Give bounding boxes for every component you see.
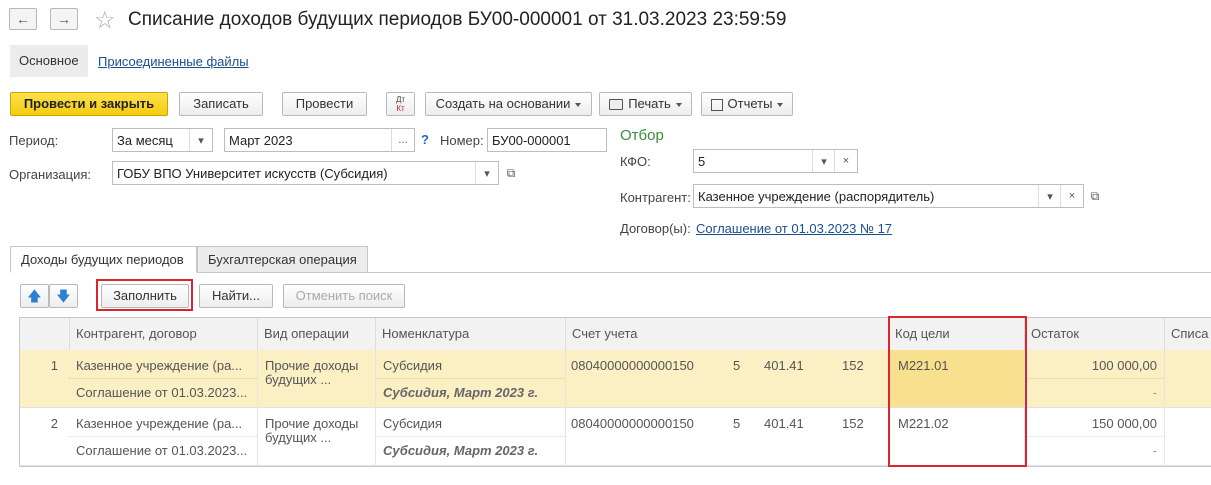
create-based-on-button[interactable]: Создать на основании: [425, 92, 592, 116]
dropdown-icon[interactable]: ▾: [1038, 185, 1061, 207]
report-icon: [710, 98, 723, 111]
arrow-down-icon: 🡇: [56, 288, 71, 304]
open-icon[interactable]: ⧉: [1085, 185, 1105, 207]
cell-kosgu: 152: [842, 358, 864, 373]
back-button[interactable]: ←: [9, 8, 37, 30]
cell-operation-2: будущих ...: [265, 372, 332, 387]
dropdown-icon[interactable]: ▾: [189, 129, 212, 151]
cell-nomenclature-sub: Субсидия, Март 2023 г.: [383, 443, 539, 458]
save-button[interactable]: Записать: [179, 92, 263, 116]
cell-contract: Соглашение от 01.03.2023...: [76, 443, 248, 458]
contract-link[interactable]: Соглашение от 01.03.2023 № 17: [696, 221, 892, 236]
cell-nomenclature: Субсидия: [383, 358, 442, 373]
number-label: Номер:: [440, 133, 484, 148]
organization-label: Организация:: [9, 167, 92, 182]
arrow-up-icon: 🡅: [27, 288, 42, 304]
contract-label: Договор(ы):: [620, 221, 691, 236]
cell-balance: 100 000,00: [1091, 358, 1157, 373]
move-up-button[interactable]: 🡅: [20, 284, 49, 308]
cell-kfo: 5: [733, 358, 741, 373]
help-icon[interactable]: ?: [421, 132, 429, 147]
period-input[interactable]: Март 2023 ...: [224, 128, 415, 152]
row-number: 1: [50, 358, 58, 373]
tab-main[interactable]: Основное: [10, 45, 88, 77]
cell-counterparty: Казенное учреждение (ра...: [76, 358, 243, 373]
cell-kbk: 08040000000000150: [571, 358, 694, 373]
cell-operation: Прочие доходы: [265, 416, 359, 431]
arrow-right-icon: →: [57, 11, 71, 27]
cell-nomenclature-sub: Субсидия, Март 2023 г.: [383, 385, 539, 400]
period-type-select[interactable]: За месяц ▾: [112, 128, 213, 152]
cell-kfo: 5: [733, 416, 741, 431]
cell-balance-dash: -: [1152, 385, 1157, 400]
table-header: Контрагент, договор Вид операции Номенкл…: [20, 318, 1211, 351]
printer-icon: [609, 99, 624, 111]
page-title: Списание доходов будущих периодов БУ00-0…: [128, 9, 787, 30]
clear-icon[interactable]: ×: [1060, 185, 1083, 207]
cell-account: 401.41: [764, 416, 804, 431]
cancel-search-button[interactable]: Отменить поиск: [283, 284, 405, 308]
print-button[interactable]: Печать: [599, 92, 692, 116]
arrow-left-icon: ←: [16, 11, 30, 27]
tab-income-future-periods[interactable]: Доходы будущих периодов: [10, 246, 197, 273]
row-number: 2: [50, 416, 58, 431]
dt-kt-icon: Дт Кт: [395, 95, 406, 113]
kfo-select[interactable]: 5 ▾ ×: [693, 149, 858, 173]
cell-kosgu: 152: [842, 416, 864, 431]
chevron-down-icon: [675, 102, 682, 107]
tab-accounting-operation[interactable]: Бухгалтерская операция: [197, 246, 368, 273]
cell-kbk: 08040000000000150: [571, 416, 694, 431]
table-row[interactable]: 2 Казенное учреждение (ра... Соглашение …: [20, 408, 1211, 466]
cell-account: 401.41: [764, 358, 804, 373]
counterparty-label: Контрагент:: [620, 190, 691, 205]
cell-nomenclature: Субсидия: [383, 416, 442, 431]
cell-counterparty: Казенное учреждение (ра...: [76, 416, 243, 431]
number-input[interactable]: БУ00-000001: [487, 128, 607, 152]
organization-input[interactable]: ГОБУ ВПО Университет искусств (Субсидия)…: [112, 161, 499, 185]
table-row[interactable]: 1 Казенное учреждение (ра... Соглашение …: [20, 350, 1211, 408]
chevron-down-icon: [575, 102, 582, 107]
post-and-close-button[interactable]: Провести и закрыть: [10, 92, 168, 116]
forward-button[interactable]: →: [50, 8, 78, 30]
cell-contract: Соглашение от 01.03.2023...: [76, 385, 248, 400]
dt-kt-button[interactable]: Дт Кт: [386, 92, 415, 116]
post-button[interactable]: Провести: [282, 92, 367, 116]
cell-balance-dash: -: [1152, 443, 1157, 458]
col-balance[interactable]: Остаток: [1024, 318, 1164, 350]
col-operation[interactable]: Вид операции: [257, 318, 375, 350]
cell-operation: Прочие доходы: [265, 358, 359, 373]
star-icon[interactable]: ☆: [94, 6, 116, 35]
clear-icon[interactable]: ×: [834, 150, 857, 172]
dropdown-icon[interactable]: ▾: [812, 150, 835, 172]
kfo-label: КФО:: [620, 154, 651, 169]
income-table: Контрагент, договор Вид операции Номенкл…: [19, 317, 1211, 467]
select-button[interactable]: ...: [391, 129, 414, 151]
col-written-off[interactable]: Списа: [1164, 318, 1211, 350]
open-icon[interactable]: ⧉: [501, 162, 521, 184]
find-button[interactable]: Найти...: [199, 284, 273, 308]
period-label: Период:: [9, 133, 59, 148]
counterparty-select[interactable]: Казенное учреждение (распорядитель) ▾ ×: [693, 184, 1084, 208]
cell-balance: 150 000,00: [1091, 416, 1157, 431]
reports-button[interactable]: Отчеты: [701, 92, 793, 116]
dropdown-icon[interactable]: ▾: [475, 162, 498, 184]
chevron-down-icon: [777, 102, 784, 107]
move-down-button[interactable]: 🡇: [49, 284, 78, 308]
col-account[interactable]: Счет учета: [565, 318, 888, 350]
cell-operation-2: будущих ...: [265, 430, 332, 445]
col-counterparty[interactable]: Контрагент, договор: [69, 318, 257, 350]
col-nomenclature[interactable]: Номенклатура: [375, 318, 565, 350]
filter-title: Отбор: [620, 127, 664, 144]
tab-attached-files[interactable]: Присоединенные файлы: [98, 54, 249, 69]
